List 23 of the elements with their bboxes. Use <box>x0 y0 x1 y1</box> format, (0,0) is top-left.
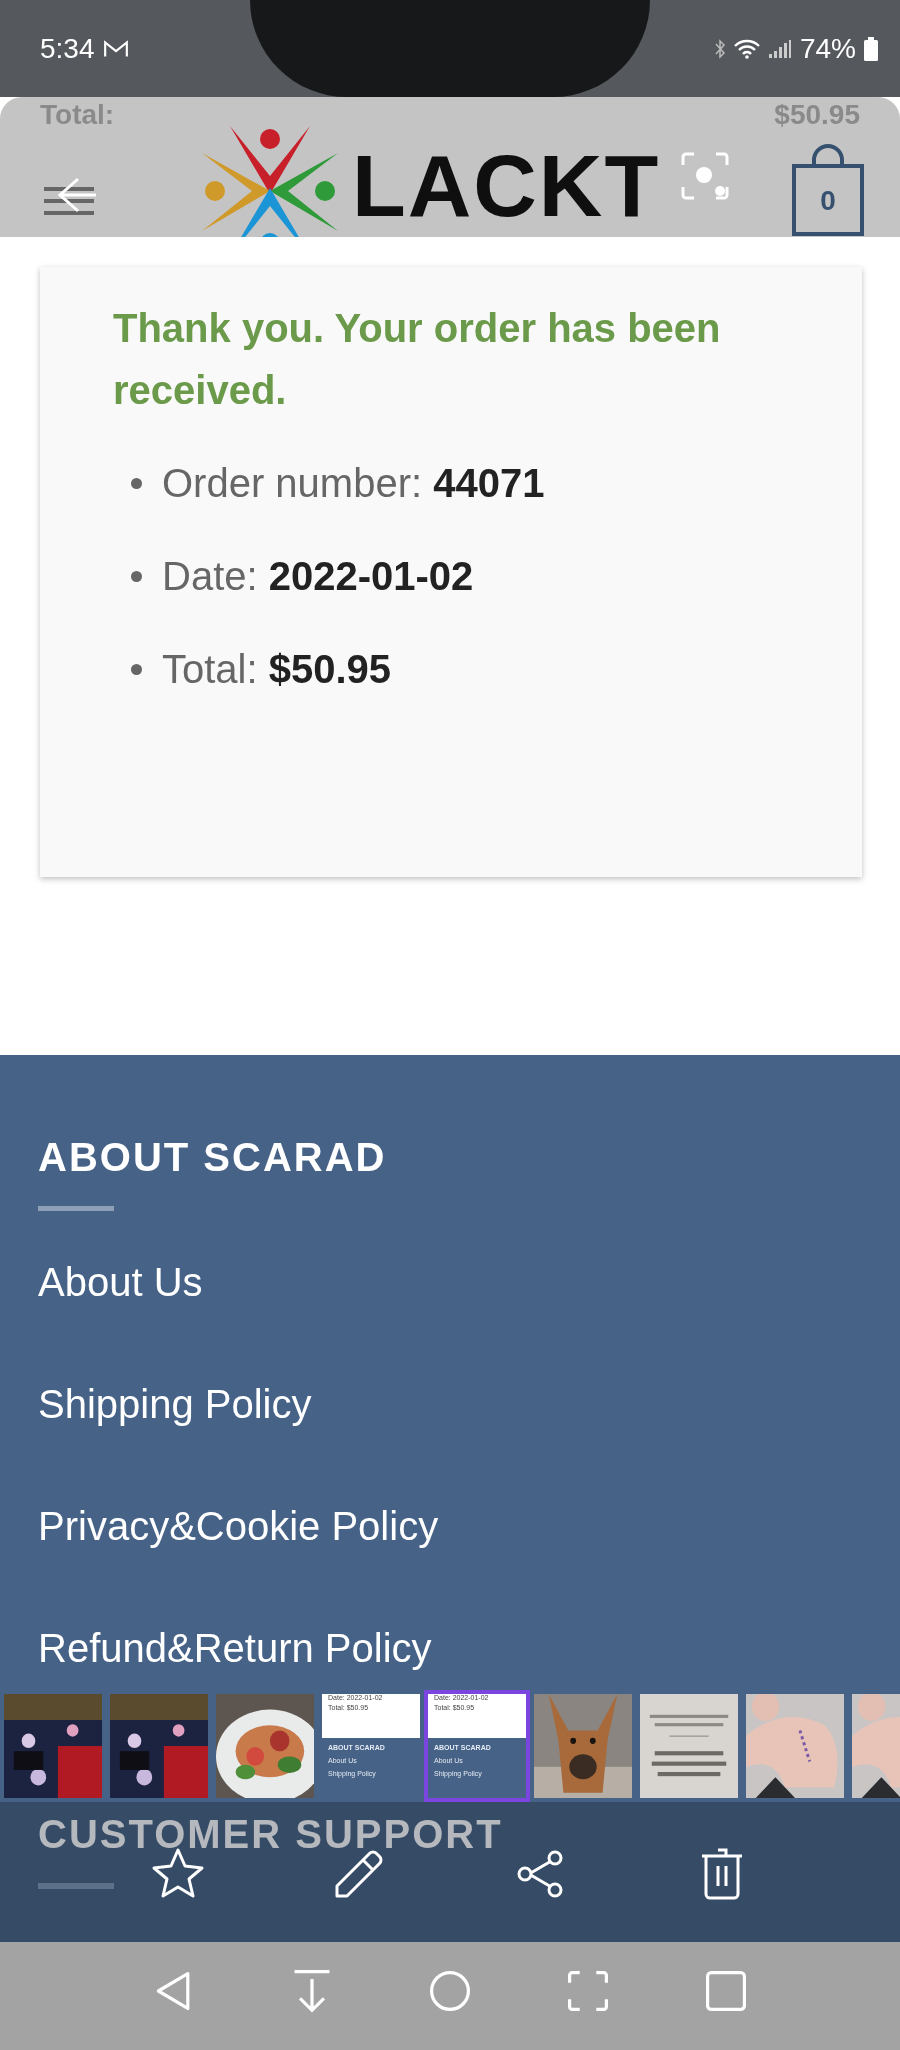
faded-text: Total: <box>40 99 115 132</box>
battery-icon <box>864 36 878 61</box>
bullet-icon <box>131 478 142 489</box>
confirmation-message: Thank you. Your order has been received. <box>113 305 722 414</box>
bluetooth-icon <box>713 38 726 59</box>
footer-link[interactable]: Privacy&Cookie Policy <box>38 1503 862 1549</box>
order-detail: Total: $50.95 <box>162 647 392 692</box>
footer-link[interactable]: About Us <box>38 1259 862 1305</box>
bullet-icon <box>131 664 142 675</box>
footer-link[interactable]: Shipping Policy <box>38 1381 862 1427</box>
footer-link[interactable]: Refund&Return Policy <box>38 1625 862 1671</box>
logo-text: LACKT <box>352 135 661 237</box>
signal-icon <box>767 38 792 59</box>
mail-icon <box>102 38 129 59</box>
bullet-icon <box>131 571 142 582</box>
section-heading: ABOUT SCARAD <box>38 1135 388 1180</box>
order-detail: Order number: 44071 <box>162 461 545 506</box>
wifi-icon <box>733 38 760 59</box>
faded-text: $50.95 <box>774 99 860 132</box>
battery-percent: 74% <box>799 32 856 65</box>
order-detail: Date: 2022-01-02 <box>162 554 474 599</box>
clock-time: 5:34 <box>40 32 95 65</box>
section-heading: CUSTOMER SUPPORT <box>38 1812 504 1857</box>
